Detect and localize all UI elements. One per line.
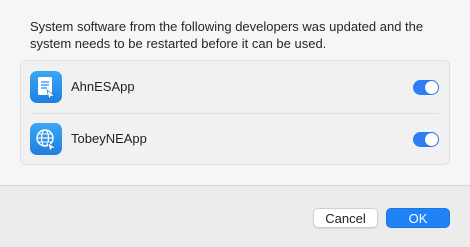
app-name-label: TobeyNEApp xyxy=(71,131,147,146)
list-item: TobeyNEApp xyxy=(21,113,449,165)
globe-icon xyxy=(30,123,62,155)
toggle-knob xyxy=(425,81,438,94)
developer-list: AhnESApp TobeyNEApp xyxy=(20,60,450,165)
ok-button[interactable]: OK xyxy=(386,208,450,228)
list-item: AhnESApp xyxy=(21,61,449,113)
toggle-knob xyxy=(425,133,438,146)
dialog-body: System software from the following devel… xyxy=(0,0,470,185)
document-icon xyxy=(30,71,62,103)
app-name-label: AhnESApp xyxy=(71,79,135,94)
dialog-footer: Cancel OK xyxy=(0,185,470,247)
dialog-message: System software from the following devel… xyxy=(30,19,424,51)
cancel-button[interactable]: Cancel xyxy=(313,208,378,228)
app-enable-toggle[interactable] xyxy=(413,132,439,147)
app-enable-toggle[interactable] xyxy=(413,80,439,95)
